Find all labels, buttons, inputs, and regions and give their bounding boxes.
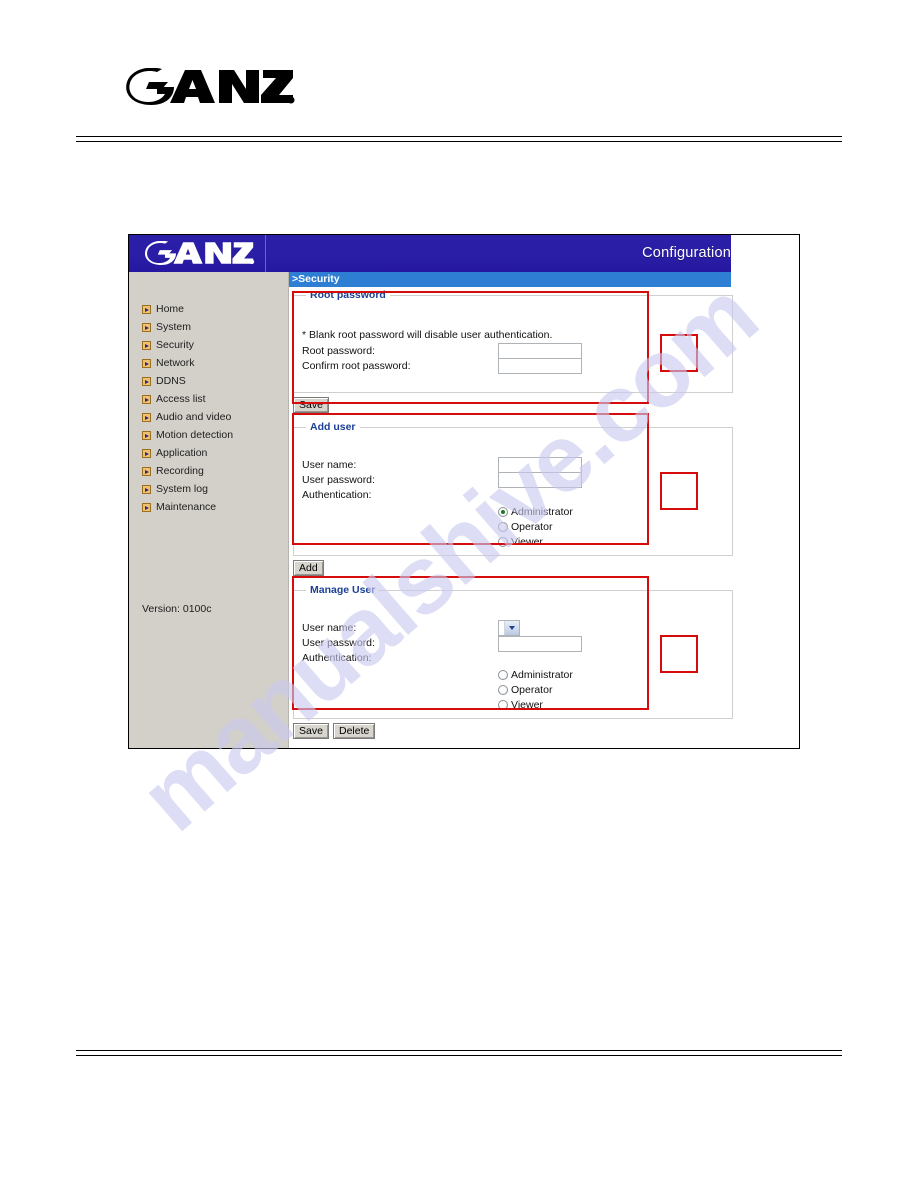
add-user-button[interactable]: Add xyxy=(293,560,324,576)
sidebar-item-security[interactable]: Security xyxy=(142,336,287,354)
document-brand-logo xyxy=(126,68,296,110)
sidebar-item-label: Access list xyxy=(156,393,206,405)
manage-user-legend: Manage User xyxy=(306,584,380,596)
sidebar-item-label: Recording xyxy=(156,465,204,477)
radio-icon xyxy=(498,670,508,680)
radio-label: Operator xyxy=(511,521,553,533)
manage-user-password-input[interactable] xyxy=(498,636,582,652)
radio-label: Viewer xyxy=(511,536,543,548)
sidebar-item-application[interactable]: Application xyxy=(142,444,287,462)
sidebar-item-maintenance[interactable]: Maintenance xyxy=(142,498,287,516)
arrow-bullet-icon xyxy=(142,394,151,404)
sidebar-item-ddns[interactable]: DDNS xyxy=(142,372,287,390)
radio-label: Viewer xyxy=(511,699,543,711)
arrow-bullet-icon xyxy=(142,358,151,368)
sidebar-item-home[interactable]: Home xyxy=(142,300,287,318)
radio-icon xyxy=(498,700,508,710)
arrow-bullet-icon xyxy=(142,304,151,314)
root-password-legend: Root password xyxy=(306,289,390,301)
arrow-bullet-icon xyxy=(142,430,151,440)
manage-user-name-select[interactable] xyxy=(498,620,520,636)
app-header: Configuration xyxy=(129,235,731,272)
manage-user-password-label: User password: xyxy=(302,637,375,649)
breadcrumb-bar: >Security xyxy=(289,272,731,287)
sidebar-item-access-list[interactable]: Access list xyxy=(142,390,287,408)
arrow-bullet-icon xyxy=(142,322,151,332)
add-user-legend: Add user xyxy=(306,421,360,433)
root-password-save-button[interactable]: Save xyxy=(293,397,329,413)
add-user-radio-operator[interactable]: Operator xyxy=(498,521,552,533)
sidebar-nav: Home System Security Network DDNS Access… xyxy=(142,300,287,615)
configuration-label: Configuration xyxy=(642,245,731,261)
manage-user-radio-viewer[interactable]: Viewer xyxy=(498,699,543,711)
root-password-input[interactable] xyxy=(498,343,582,359)
arrow-bullet-icon xyxy=(142,466,151,476)
manage-user-save-button[interactable]: Save xyxy=(293,723,329,739)
manage-user-name-label: User name: xyxy=(302,622,357,634)
page-rule-bottom xyxy=(76,1050,842,1056)
add-user-radio-administrator[interactable]: Administrator xyxy=(498,506,573,518)
sidebar: Home System Security Network DDNS Access… xyxy=(129,272,289,748)
sidebar-item-label: Motion detection xyxy=(156,429,234,441)
arrow-bullet-icon xyxy=(142,340,151,350)
sidebar-item-network[interactable]: Network xyxy=(142,354,287,372)
manage-user-radio-operator[interactable]: Operator xyxy=(498,684,552,696)
sidebar-item-system[interactable]: System xyxy=(142,318,287,336)
manage-user-delete-button[interactable]: Delete xyxy=(333,723,376,739)
add-user-radio-viewer[interactable]: Viewer xyxy=(498,536,543,548)
add-user-password-input[interactable] xyxy=(498,472,582,488)
radio-icon xyxy=(498,522,508,532)
embedded-screenshot: Configuration >Security Home System Secu… xyxy=(128,234,800,749)
sidebar-item-label: DDNS xyxy=(156,375,186,387)
content-area: Root password * Blank root password will… xyxy=(289,287,799,748)
header-divider xyxy=(265,235,266,272)
confirm-root-password-input[interactable] xyxy=(498,358,582,374)
manage-user-radio-administrator[interactable]: Administrator xyxy=(498,669,573,681)
sidebar-item-label: Network xyxy=(156,357,195,369)
sidebar-item-audio-and-video[interactable]: Audio and video xyxy=(142,408,287,426)
radio-label: Administrator xyxy=(511,669,573,681)
page-rule-top xyxy=(76,136,842,142)
manage-user-authentication-label: Authentication: xyxy=(302,652,372,664)
firmware-version: Version: 0100c xyxy=(142,603,212,615)
radio-label: Operator xyxy=(511,684,553,696)
root-password-note: * Blank root password will disable user … xyxy=(302,329,553,341)
arrow-bullet-icon xyxy=(142,484,151,494)
sidebar-item-system-log[interactable]: System log xyxy=(142,480,287,498)
sidebar-item-recording[interactable]: Recording xyxy=(142,462,287,480)
arrow-bullet-icon xyxy=(142,448,151,458)
breadcrumb: >Security xyxy=(292,273,340,285)
sidebar-item-label: Home xyxy=(156,303,185,315)
sidebar-item-label: Application xyxy=(156,447,208,459)
add-user-authentication-label: Authentication: xyxy=(302,489,372,501)
app-logo[interactable] xyxy=(139,241,261,265)
radio-icon xyxy=(498,537,508,547)
root-password-panel: Root password * Blank root password will… xyxy=(293,289,733,393)
root-password-label: Root password: xyxy=(302,345,375,357)
manage-user-panel: Manage User User name: User password: Au… xyxy=(293,584,733,719)
arrow-bullet-icon xyxy=(142,502,151,512)
sidebar-item-label: Audio and video xyxy=(156,411,232,423)
sidebar-item-motion-detection[interactable]: Motion detection xyxy=(142,426,287,444)
arrow-bullet-icon xyxy=(142,412,151,422)
sidebar-item-label: Security xyxy=(156,339,194,351)
radio-label: Administrator xyxy=(511,506,573,518)
add-user-password-label: User password: xyxy=(302,474,375,486)
sidebar-item-label: Maintenance xyxy=(156,501,217,513)
confirm-root-password-label: Confirm root password: xyxy=(302,360,411,372)
radio-icon xyxy=(498,507,508,517)
sidebar-item-label: System xyxy=(156,321,192,333)
add-user-panel: Add user User name: User password: Authe… xyxy=(293,421,733,556)
sidebar-item-label: System log xyxy=(156,483,208,495)
arrow-bullet-icon xyxy=(142,376,151,386)
add-user-name-label: User name: xyxy=(302,459,357,471)
chevron-down-icon xyxy=(504,621,519,635)
add-user-name-input[interactable] xyxy=(498,457,582,473)
radio-icon xyxy=(498,685,508,695)
